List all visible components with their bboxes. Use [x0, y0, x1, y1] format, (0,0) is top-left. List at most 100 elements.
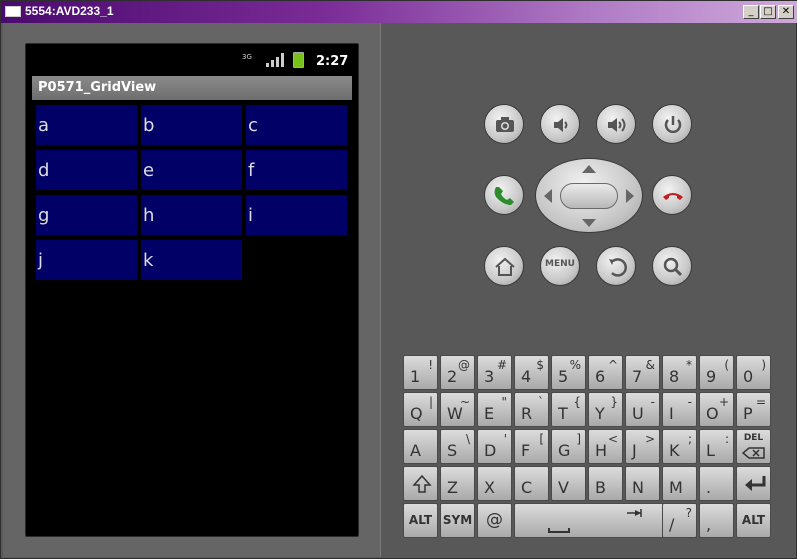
dpad-up-icon[interactable]: [582, 165, 596, 173]
key-label: Z: [447, 478, 458, 497]
volume-up-icon: [608, 118, 626, 132]
dpad-center-button[interactable]: [560, 183, 618, 209]
key-label: U: [632, 404, 644, 423]
key[interactable]: A: [403, 429, 438, 464]
key[interactable]: X: [477, 466, 512, 501]
camera-button[interactable]: [484, 104, 524, 144]
alt-key-right[interactable]: ALT: [736, 503, 771, 538]
key-alt-label: {: [573, 395, 581, 409]
key[interactable]: I-: [662, 392, 697, 427]
key-alt-label: (: [724, 358, 729, 372]
key[interactable]: 2 @: [440, 355, 475, 390]
key[interactable]: L:: [699, 429, 734, 464]
volume-down-button[interactable]: [540, 104, 580, 144]
key-label: 8: [669, 367, 680, 386]
grid-cell[interactable]: j: [36, 240, 137, 280]
key-alt-label: <: [607, 432, 618, 446]
grid-cell[interactable]: h: [141, 195, 242, 235]
home-button[interactable]: [484, 246, 524, 286]
key-alt-label: }: [610, 395, 618, 409]
sym-key[interactable]: SYM: [440, 503, 475, 538]
grid-cell[interactable]: f: [246, 150, 347, 190]
key-label: H: [595, 441, 608, 460]
grid-cell[interactable]: b: [141, 105, 242, 145]
key[interactable]: .: [699, 466, 734, 501]
grid-cell[interactable]: k: [141, 240, 242, 280]
key-alt-label: !: [428, 358, 433, 372]
enter-key[interactable]: [736, 466, 771, 501]
minimize-button[interactable]: _: [743, 5, 759, 19]
grid-cell[interactable]: a: [36, 105, 137, 145]
key[interactable]: G]: [551, 429, 586, 464]
key[interactable]: W ~: [440, 392, 475, 427]
dpad-left-icon[interactable]: [544, 189, 552, 203]
menu-button[interactable]: MENU: [540, 246, 580, 286]
key[interactable]: D ': [477, 429, 512, 464]
key[interactable]: C: [514, 466, 549, 501]
volume-up-button[interactable]: [596, 104, 636, 144]
dpad-down-icon[interactable]: [582, 219, 596, 227]
key[interactable]: 9(: [699, 355, 734, 390]
key[interactable]: M: [662, 466, 697, 501]
maximize-button[interactable]: □: [760, 5, 776, 19]
at-key[interactable]: @: [477, 503, 512, 538]
key[interactable]: V: [551, 466, 586, 501]
back-button[interactable]: [596, 246, 636, 286]
key-alt-label: @: [458, 358, 470, 372]
key[interactable]: Q |: [403, 392, 438, 427]
slash-key[interactable]: /?: [662, 503, 697, 538]
call-button[interactable]: [484, 175, 524, 215]
grid-cell[interactable]: i: [246, 195, 347, 235]
close-button[interactable]: ✕: [778, 5, 794, 19]
comma-key[interactable]: ,: [699, 503, 734, 538]
key[interactable]: 3 #: [477, 355, 512, 390]
grid-cell[interactable]: g: [36, 195, 137, 235]
key[interactable]: 1!: [403, 355, 438, 390]
dpad[interactable]: [535, 158, 643, 233]
volume-down-icon: [554, 118, 568, 132]
key[interactable]: 6 ^: [588, 355, 623, 390]
key[interactable]: S \: [440, 429, 475, 464]
dpad-right-icon[interactable]: [626, 189, 634, 203]
title-bar[interactable]: 5554:AVD233_1 _ □ ✕: [1, 1, 797, 23]
key-label: 9: [706, 367, 717, 386]
key[interactable]: P =: [736, 392, 771, 427]
key[interactable]: 7 &: [625, 355, 660, 390]
key-alt-label: ]: [576, 432, 581, 446]
key[interactable]: 5%: [551, 355, 586, 390]
key-alt-label: *: [686, 358, 692, 372]
key[interactable]: E ": [477, 392, 512, 427]
key[interactable]: T{: [551, 392, 586, 427]
key[interactable]: Y}: [588, 392, 623, 427]
key-label: 4: [521, 367, 532, 386]
key-alt-label: #: [496, 358, 507, 372]
key[interactable]: 0): [736, 355, 771, 390]
grid-cell[interactable]: e: [141, 150, 242, 190]
grid-cell[interactable]: c: [246, 105, 347, 145]
shift-key[interactable]: [403, 466, 438, 501]
key[interactable]: U-: [625, 392, 660, 427]
key[interactable]: Z: [440, 466, 475, 501]
end-call-button[interactable]: [652, 175, 692, 215]
delete-key[interactable]: DEL: [736, 429, 771, 464]
grid-cell[interactable]: d: [36, 150, 137, 190]
key-label: R: [521, 404, 533, 423]
key[interactable]: 8 *: [662, 355, 697, 390]
key[interactable]: K;: [662, 429, 697, 464]
key[interactable]: 4 $: [514, 355, 549, 390]
key[interactable]: F[: [514, 429, 549, 464]
alt-key-left-label: ALT: [408, 513, 433, 527]
device-screen[interactable]: 3G 2:27 P0571_GridView abc def ghi jk: [25, 43, 359, 537]
search-button[interactable]: [652, 246, 692, 286]
alt-key-left[interactable]: ALT: [403, 503, 438, 538]
key[interactable]: R `: [514, 392, 549, 427]
key-label: X: [484, 478, 495, 497]
key[interactable]: B: [588, 466, 623, 501]
key[interactable]: H <: [588, 429, 623, 464]
key-alt-label: $: [536, 358, 544, 372]
power-button[interactable]: [652, 104, 692, 144]
key-alt-label: `: [538, 395, 544, 409]
key[interactable]: N: [625, 466, 660, 501]
key[interactable]: O +: [699, 392, 734, 427]
key[interactable]: J >: [625, 429, 660, 464]
